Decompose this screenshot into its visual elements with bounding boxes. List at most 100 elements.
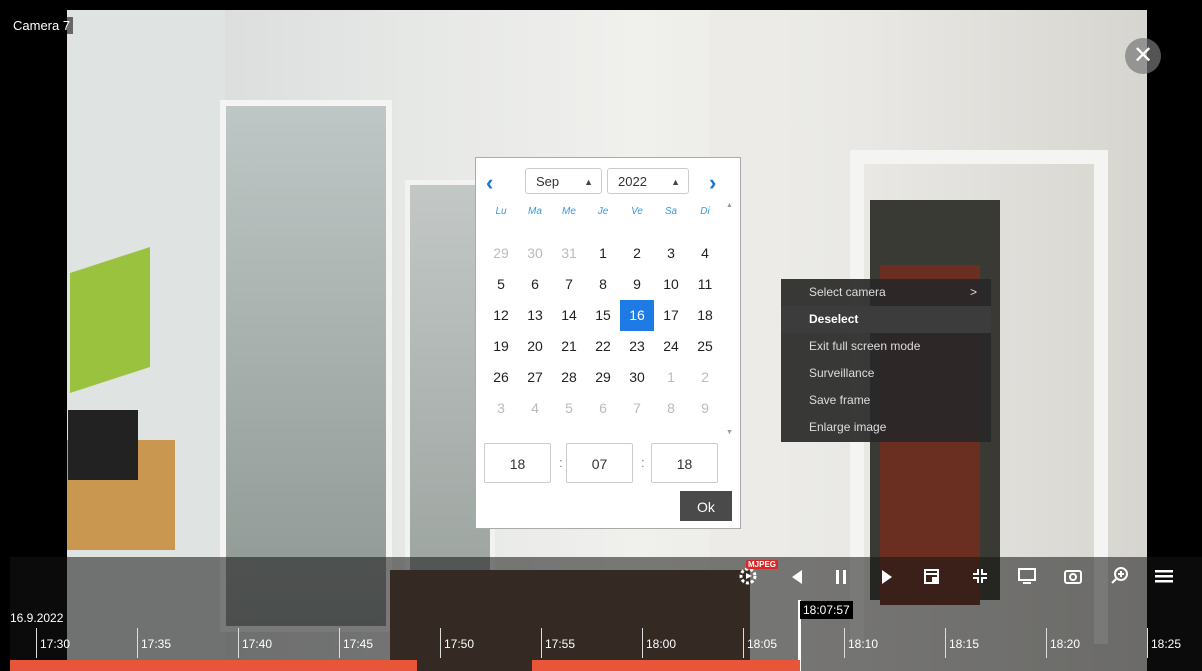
submenu-arrow-icon: > xyxy=(969,285,977,299)
timeline-tick-label: 17:45 xyxy=(343,637,374,651)
calendar-day[interactable]: 6 xyxy=(518,269,552,300)
timeline-tick xyxy=(238,628,239,658)
calendar-day[interactable]: 16 xyxy=(620,300,654,331)
calendar-day[interactable]: 27 xyxy=(518,362,552,393)
menu-icon[interactable] xyxy=(1150,565,1178,593)
camera-title: Camera 7 xyxy=(10,17,74,34)
scroll-down-icon[interactable]: ▼ xyxy=(726,429,733,436)
calendar-day[interactable]: 4 xyxy=(688,238,722,269)
calendar-day[interactable]: 14 xyxy=(552,300,586,331)
calendar-day[interactable]: 11 xyxy=(688,269,722,300)
calendar-day[interactable]: 1 xyxy=(654,362,688,393)
calendar-day[interactable]: 17 xyxy=(654,300,688,331)
timeline-tick-label: 18:25 xyxy=(1151,637,1182,651)
month-value: Sep xyxy=(536,174,560,189)
calendar-scrollbar[interactable]: ▲ ▼ xyxy=(726,202,733,436)
weekday-label: Lu xyxy=(495,206,507,217)
minutes-field[interactable]: 07 xyxy=(566,443,633,483)
weekday-label: Ma xyxy=(528,206,542,217)
calendar-day[interactable]: 13 xyxy=(518,300,552,331)
calendar-day[interactable]: 8 xyxy=(586,269,620,300)
seconds-field[interactable]: 18 xyxy=(651,443,718,483)
play-icon[interactable] xyxy=(873,565,901,593)
calendar-day[interactable]: 2 xyxy=(688,362,722,393)
calendar-day[interactable]: 7 xyxy=(620,393,654,424)
timeline-tick-label: 18:10 xyxy=(848,637,879,651)
pause-icon[interactable] xyxy=(827,565,855,593)
step-back-icon[interactable] xyxy=(783,565,811,593)
menu-item-surveillance[interactable]: Surveillance xyxy=(781,360,991,387)
calendar-day[interactable]: 20 xyxy=(518,331,552,362)
calendar-day[interactable]: 18 xyxy=(688,300,722,331)
recording-segment[interactable] xyxy=(10,660,417,671)
timeline-tick xyxy=(743,628,744,658)
snapshot-icon[interactable] xyxy=(1059,565,1087,593)
calendar-icon[interactable] xyxy=(918,565,946,593)
recording-segment[interactable] xyxy=(532,660,800,671)
timeline-cursor-time: 18:07:57 xyxy=(800,601,853,619)
calendar-day[interactable]: 29 xyxy=(586,362,620,393)
calendar-day[interactable]: 21 xyxy=(552,331,586,362)
calendar-week-row: 19 20 21 22 23 24 25 xyxy=(484,331,724,362)
year-value: 2022 xyxy=(618,174,647,189)
hours-field[interactable]: 18 xyxy=(484,443,551,483)
calendar-day[interactable]: 15 xyxy=(586,300,620,331)
calendar-day[interactable]: 3 xyxy=(484,393,518,424)
timeline-tick-label: 18:05 xyxy=(747,637,778,651)
timeline-tick xyxy=(1147,628,1148,658)
weekday-header: Lu Ma Me Je Ve Sa Di xyxy=(484,206,724,217)
calendar-week-row: 26 27 28 29 30 1 2 xyxy=(484,362,724,393)
calendar-day[interactable]: 25 xyxy=(688,331,722,362)
timeline-tick-label: 17:50 xyxy=(444,637,475,651)
timeline-date: 16.9.2022 xyxy=(10,611,64,625)
calendar-day[interactable]: 5 xyxy=(552,393,586,424)
calendar-day[interactable]: 10 xyxy=(654,269,688,300)
year-select[interactable]: 2022 ▲ xyxy=(607,168,689,194)
calendar-day[interactable]: 3 xyxy=(654,238,688,269)
menu-item-save-frame[interactable]: Save frame xyxy=(781,387,991,414)
monitor-icon[interactable] xyxy=(1013,565,1041,593)
timeline-tick-label: 17:30 xyxy=(40,637,71,651)
menu-item-select-camera[interactable]: Select camera > xyxy=(781,279,991,306)
calendar-day[interactable]: 28 xyxy=(552,362,586,393)
calendar-day[interactable]: 6 xyxy=(586,393,620,424)
close-icon[interactable]: ✕ xyxy=(1125,38,1161,74)
calendar-day[interactable]: 24 xyxy=(654,331,688,362)
calendar-day[interactable]: 7 xyxy=(552,269,586,300)
weekday-label: Je xyxy=(597,206,609,217)
calendar-day[interactable]: 19 xyxy=(484,331,518,362)
calendar-day[interactable]: 30 xyxy=(518,238,552,269)
calendar-day[interactable]: 5 xyxy=(484,269,518,300)
calendar-day[interactable]: 4 xyxy=(518,393,552,424)
ok-button[interactable]: Ok xyxy=(680,491,732,521)
timeline-tick-label: 18:20 xyxy=(1050,637,1081,651)
exit-fullscreen-icon[interactable] xyxy=(966,565,994,593)
calendar-day[interactable]: 8 xyxy=(654,393,688,424)
calendar-day[interactable]: 1 xyxy=(586,238,620,269)
calendar-week-row: 29 30 31 1 2 3 4 xyxy=(484,238,724,269)
calendar-day[interactable]: 12 xyxy=(484,300,518,331)
date-picker: ‹ Sep ▲ 2022 ▲ › Lu Ma Me Je Ve Sa Di 29… xyxy=(475,157,741,529)
calendar-day[interactable]: 22 xyxy=(586,331,620,362)
timeline-tick xyxy=(541,628,542,658)
select-arrows-icon: ▲ xyxy=(671,177,680,187)
zoom-in-icon[interactable] xyxy=(1106,565,1134,593)
calendar-day[interactable]: 2 xyxy=(620,238,654,269)
stream-settings-icon[interactable] xyxy=(734,565,762,593)
next-month-icon[interactable]: › xyxy=(709,170,716,196)
calendar-day[interactable]: 29 xyxy=(484,238,518,269)
calendar-day[interactable]: 9 xyxy=(688,393,722,424)
calendar-day[interactable]: 9 xyxy=(620,269,654,300)
calendar-week-row: 3456789 xyxy=(484,393,724,424)
calendar-day[interactable]: 23 xyxy=(620,331,654,362)
calendar-day[interactable]: 31 xyxy=(552,238,586,269)
timeline-tick-label: 17:55 xyxy=(545,637,576,651)
calendar-day[interactable]: 26 xyxy=(484,362,518,393)
previous-month-icon[interactable]: ‹ xyxy=(486,170,493,196)
menu-item-deselect[interactable]: Deselect xyxy=(781,306,991,333)
menu-item-exit-full-screen[interactable]: Exit full screen mode xyxy=(781,333,991,360)
month-select[interactable]: Sep ▲ xyxy=(525,168,602,194)
menu-item-enlarge-image[interactable]: Enlarge image xyxy=(781,414,991,441)
scroll-up-icon[interactable]: ▲ xyxy=(726,202,733,209)
calendar-day[interactable]: 30 xyxy=(620,362,654,393)
